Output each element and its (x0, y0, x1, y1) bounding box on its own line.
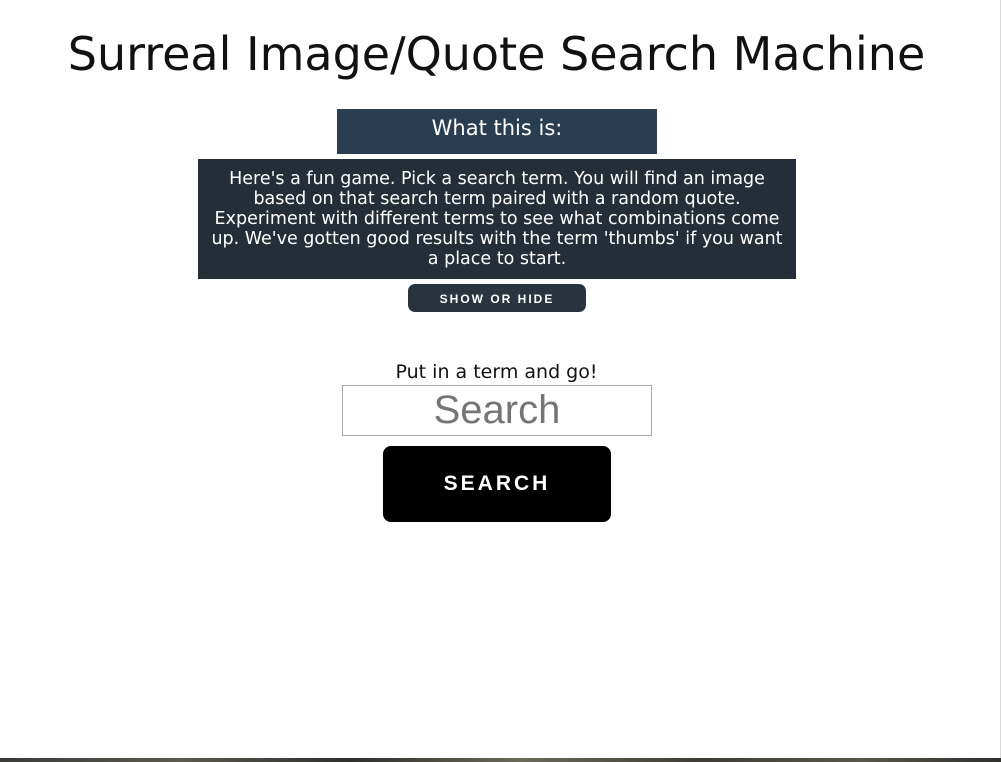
about-description: Here's a fun game. Pick a search term. Y… (198, 159, 796, 279)
search-input[interactable] (342, 385, 652, 436)
background-image-strip (0, 758, 1001, 762)
search-prompt-label: Put in a term and go! (395, 361, 598, 383)
page-title: Surreal Image/Quote Search Machine (67, 27, 926, 81)
about-header: What this is: (337, 109, 657, 154)
show-hide-button[interactable]: SHOW OR HIDE (408, 284, 586, 312)
search-button[interactable]: SEARCH (383, 446, 611, 522)
page: Surreal Image/Quote Search Machine What … (0, 0, 1000, 758)
